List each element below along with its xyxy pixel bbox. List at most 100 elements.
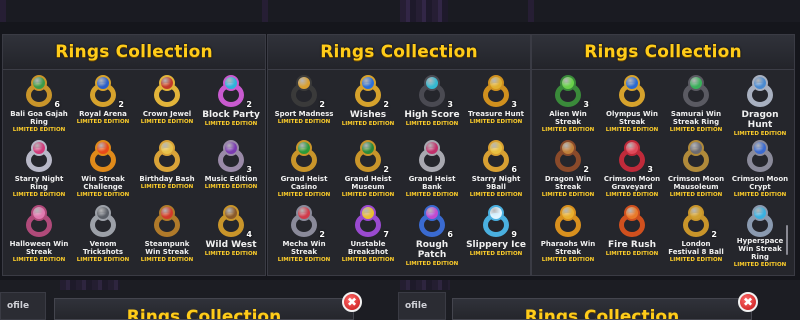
ring-name: Venom Trickshots xyxy=(82,240,124,256)
ring-item[interactable]: Fire Rush LIMITED EDITION xyxy=(600,203,664,268)
close-icon[interactable]: ✖ xyxy=(342,292,362,312)
ring-icon xyxy=(148,75,186,109)
ring-item[interactable]: Win Streak Challenge LIMITED EDITION xyxy=(71,138,135,203)
ring-gem xyxy=(688,140,704,156)
ring-item[interactable]: Hyperspace Win Streak Ring LIMITED EDITIO… xyxy=(728,203,792,268)
ring-item[interactable]: Pharaohs Win Streak LIMITED EDITION xyxy=(536,203,600,268)
ring-icon: 2 xyxy=(677,205,717,239)
ring-name: Samurai Win Streak Ring xyxy=(670,110,722,126)
ring-icon: 2 xyxy=(285,205,325,239)
ring-name: Dragon Win Streak xyxy=(544,175,592,191)
rings-collection-window: Rings Collection xyxy=(54,298,354,320)
ring-item[interactable]: Dragon Hunt LIMITED EDITION xyxy=(728,73,792,138)
ring-item[interactable]: Venom Trickshots LIMITED EDITION xyxy=(71,203,135,268)
ring-item[interactable]: Grand Heist Casino LIMITED EDITION xyxy=(272,138,336,203)
ring-gem xyxy=(95,140,111,156)
ring-icon: 3 xyxy=(413,75,453,109)
ring-name: Fire Rush xyxy=(607,240,656,250)
ring-count: 6 xyxy=(447,230,453,239)
ring-count: 7 xyxy=(383,230,389,239)
ring-name: Crimson Moon Crypt xyxy=(731,175,789,191)
ring-item[interactable]: 2 Sport Madness LIMITED EDITION xyxy=(272,73,336,138)
ring-name: Dragon Hunt xyxy=(741,110,779,130)
profile-tab[interactable]: ofile xyxy=(0,292,46,320)
ring-item[interactable]: Halloween Win Streak LIMITED EDITION xyxy=(7,203,71,268)
limited-edition-label: LIMITED EDITION xyxy=(733,262,787,268)
ring-item[interactable]: 2 London Festival 8 Ball LIMITED EDITION xyxy=(664,203,728,268)
ring-item[interactable]: 2 Dragon Win Streak LIMITED EDITION xyxy=(536,138,600,203)
limited-edition-label: LIMITED EDITION xyxy=(140,119,194,125)
ring-item[interactable]: 3 Alien Win Streak LIMITED EDITION xyxy=(536,73,600,138)
ring-item[interactable]: 3 Music Edition LIMITED EDITION xyxy=(199,138,263,203)
limited-edition-label: LIMITED EDITION xyxy=(204,251,258,257)
scrollbar[interactable] xyxy=(786,225,788,255)
ring-count: 6 xyxy=(54,100,60,109)
limited-edition-label: LIMITED EDITION xyxy=(669,127,723,133)
rings-collection-panel-2: Rings Collection 2 Sport Madness LIMITED E… xyxy=(267,34,531,276)
limited-edition-label: LIMITED EDITION xyxy=(204,184,258,190)
ring-item[interactable]: 2 Block Party LIMITED EDITION xyxy=(199,73,263,138)
panel-title: Rings Collection xyxy=(55,42,213,62)
profile-tab[interactable]: ofile xyxy=(398,292,446,320)
ring-count: 4 xyxy=(246,230,252,239)
ring-item[interactable]: 4 Wild West LIMITED EDITION xyxy=(199,203,263,268)
ring-item[interactable]: Crimson Moon Crypt LIMITED EDITION xyxy=(728,138,792,203)
ring-item[interactable]: 6 Bali Goa Gajah Ring LIMITED EDITION xyxy=(7,73,71,138)
ring-icon: 9 xyxy=(477,205,517,239)
ring-icon: 3 xyxy=(549,75,589,109)
ring-item[interactable]: 7 Unstable Breakshot LIMITED EDITION xyxy=(336,203,400,268)
panel-header: Rings Collection xyxy=(532,35,794,70)
ring-item[interactable]: 6 Starry Night 9Ball LIMITED EDITION xyxy=(464,138,528,203)
ring-gem xyxy=(223,205,239,221)
ring-item[interactable]: Birthday Bash LIMITED EDITION xyxy=(135,138,199,203)
limited-edition-label: LIMITED EDITION xyxy=(76,192,130,198)
ring-item[interactable]: 6 Rough Patch LIMITED EDITION xyxy=(400,203,464,268)
ring-icon xyxy=(741,205,779,237)
ring-item[interactable]: 3 High Score LIMITED EDITION xyxy=(400,73,464,138)
ring-name: Rough Patch xyxy=(415,240,449,260)
ring-item[interactable]: 9 Slippery Ice LIMITED EDITION xyxy=(464,203,528,268)
rings-collection-panel-1: Rings Collection 6 Bali Goa Gajah Ring LIM… xyxy=(2,34,266,276)
panel-header: Rings Collection xyxy=(268,35,530,70)
ring-item[interactable]: Crown Jewel LIMITED EDITION xyxy=(135,73,199,138)
ring-name: Halloween Win Streak xyxy=(9,240,69,256)
ring-item[interactable]: Starry Night Ring LIMITED EDITION xyxy=(7,138,71,203)
top-decor xyxy=(400,0,448,22)
ring-gem xyxy=(360,75,376,91)
limited-edition-label: LIMITED EDITION xyxy=(140,184,194,190)
ring-item[interactable]: Steampunk Win Streak LIMITED EDITION xyxy=(135,203,199,268)
ring-item[interactable]: 3 Treasure Hunt LIMITED EDITION xyxy=(464,73,528,138)
ring-icon: 2 xyxy=(285,75,325,109)
ring-icon: 2 xyxy=(349,140,389,174)
ring-item[interactable]: 2 Grand Heist Museum LIMITED EDITION xyxy=(336,138,400,203)
ring-gem xyxy=(560,75,576,91)
ring-item[interactable]: Grand Heist Bank LIMITED EDITION xyxy=(400,138,464,203)
ring-item[interactable]: 3 Crimson Moon Graveyard LIMITED EDITION xyxy=(600,138,664,203)
limited-edition-label: LIMITED EDITION xyxy=(469,192,523,198)
ring-item[interactable]: 2 Mecha Win Streak LIMITED EDITION xyxy=(272,203,336,268)
limited-edition-label: LIMITED EDITION xyxy=(733,131,787,137)
top-decor xyxy=(528,0,534,22)
ring-name: Steampunk Win Streak xyxy=(144,240,190,256)
ring-item[interactable]: Samurai Win Streak Ring LIMITED EDITION xyxy=(664,73,728,138)
ring-item[interactable]: Olympus Win Streak LIMITED EDITION xyxy=(600,73,664,138)
ring-gem xyxy=(223,140,239,156)
ring-name: Block Party xyxy=(202,110,260,120)
ring-gem xyxy=(560,140,576,156)
limited-edition-label: LIMITED EDITION xyxy=(12,257,66,263)
ring-name: Music Edition xyxy=(204,175,258,183)
ring-name: Crimson Moon Graveyard xyxy=(603,175,661,191)
ring-icon xyxy=(741,140,779,174)
ring-item[interactable]: 2 Royal Arena LIMITED EDITION xyxy=(71,73,135,138)
close-icon[interactable]: ✖ xyxy=(738,292,758,312)
limited-edition-label: LIMITED EDITION xyxy=(12,127,66,133)
ring-name: Grand Heist Bank xyxy=(408,175,456,191)
ring-gem xyxy=(424,140,440,156)
ring-item[interactable]: Crimson Moon Mausoleum LIMITED EDITION xyxy=(664,138,728,203)
ring-item[interactable]: 2 Wishes LIMITED EDITION xyxy=(336,73,400,138)
ring-name: High Score xyxy=(404,110,460,120)
limited-edition-label: LIMITED EDITION xyxy=(669,257,723,263)
ring-name: London Festival 8 Ball xyxy=(668,240,724,256)
ring-name: Olympus Win Streak xyxy=(606,110,658,126)
limited-edition-label: LIMITED EDITION xyxy=(733,192,787,198)
